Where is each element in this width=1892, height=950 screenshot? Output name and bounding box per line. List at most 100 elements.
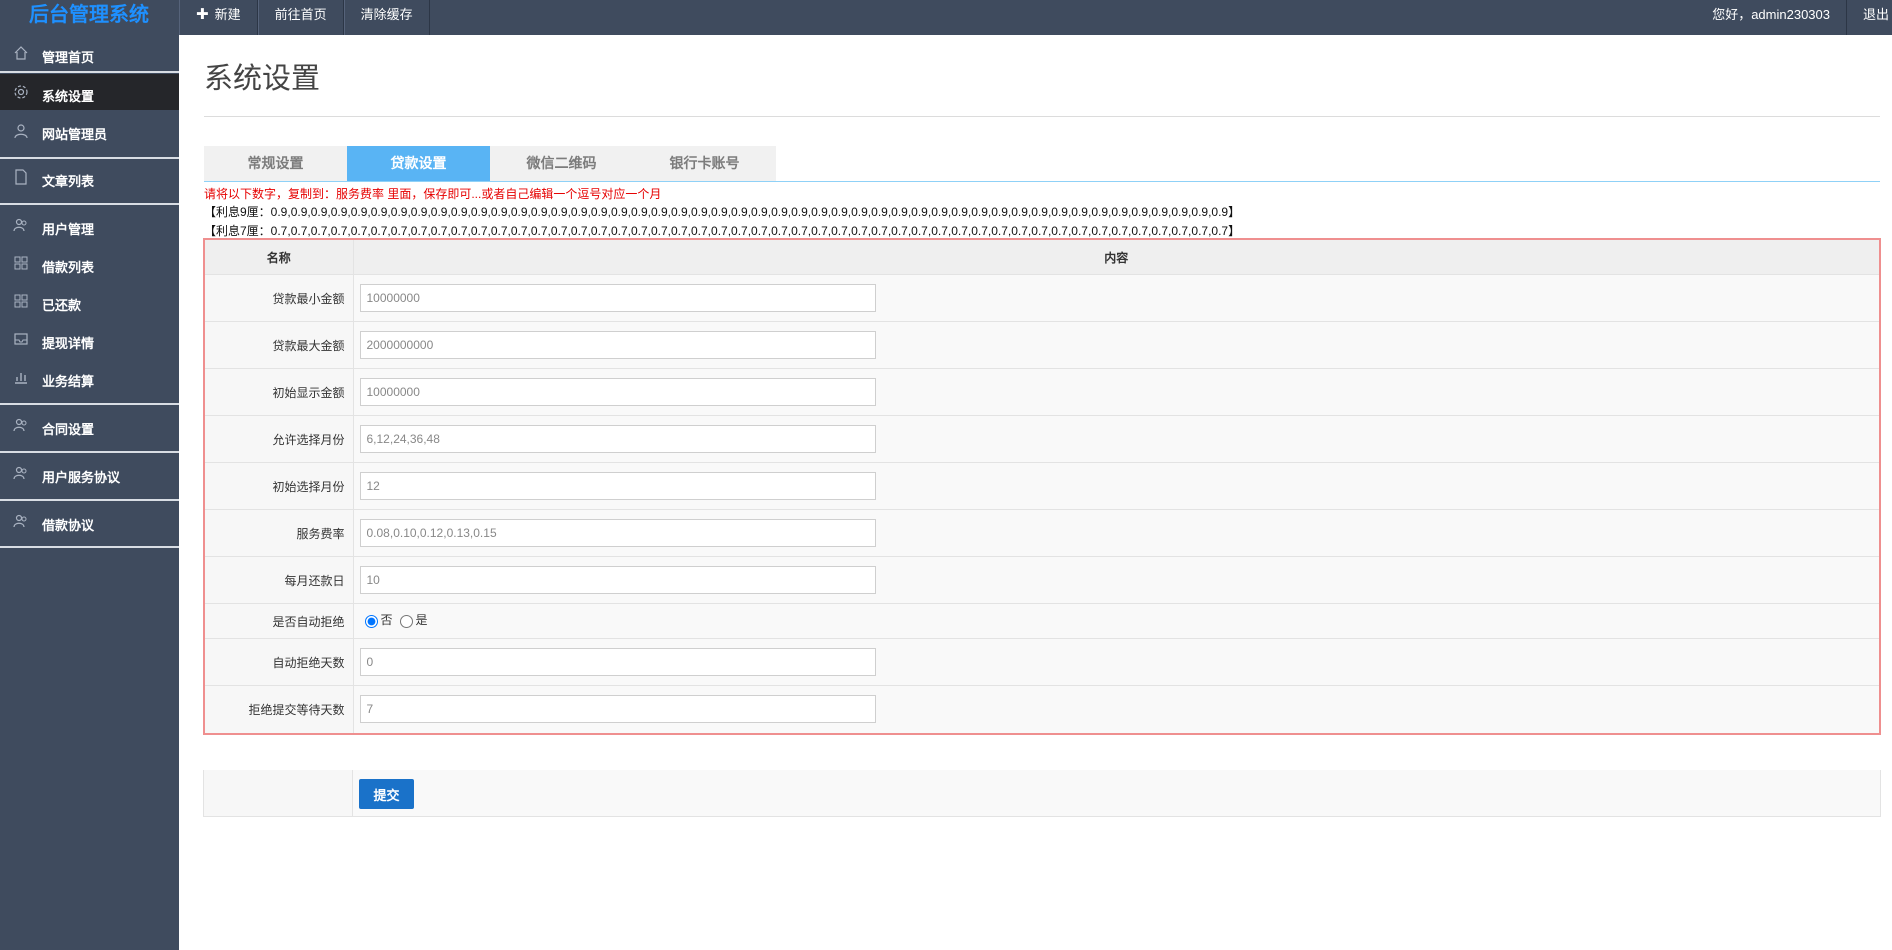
tab-general[interactable]: 常规设置 <box>204 146 347 181</box>
notice-text: 请将以下数字，复制到：服务费率 里面，保存即可...或者自己编辑一个逗号对应一个… <box>204 187 662 201</box>
table-header-row: 名称 内容 <box>205 240 1879 275</box>
settings-tabs: 常规设置 贷款设置 微信二维码 银行卡账号 <box>204 146 776 181</box>
user-icon <box>14 124 28 139</box>
new-label: 新建 <box>214 7 241 22</box>
sidebar-item-label: 文章列表 <box>42 174 95 189</box>
init-amount-label: 初始显示金额 <box>205 368 354 416</box>
sidebar-item-repaid[interactable]: 已还款 <box>0 285 179 317</box>
users-icon <box>13 466 27 480</box>
table-row: 允许选择月份 <box>205 415 1879 463</box>
sidebar-item-loan-agreement[interactable]: 借款协议 <box>0 505 179 537</box>
table-row: 贷款最小金额 <box>205 274 1879 322</box>
sidebar-item-label: 用户管理 <box>42 222 95 237</box>
sidebar-item-contract-settings[interactable]: 合同设置 <box>0 409 179 441</box>
sidebar-item-user-management[interactable]: 用户管理 <box>0 209 179 241</box>
init-month-input[interactable] <box>359 472 876 500</box>
tab-bank-account[interactable]: 银行卡账号 <box>633 146 776 181</box>
auto-reject-yes-label[interactable]: 是 <box>416 611 428 628</box>
sidebar-item-dashboard[interactable]: 管理首页 <box>0 38 179 69</box>
divider <box>204 116 1880 117</box>
auto-reject-no-radio[interactable] <box>364 614 378 628</box>
users-icon <box>13 514 27 528</box>
users-icon <box>13 418 27 432</box>
tab-loan[interactable]: 贷款设置 <box>347 146 490 181</box>
rate-9-text: 【利息9厘：0.9,0.9,0.9,0.9,0.9,0.9,0.9,0.9,0.… <box>204 205 1241 219</box>
grid-icon <box>14 294 28 308</box>
table-row: 自动拒绝天数 <box>205 638 1879 686</box>
chart-icon <box>15 373 27 384</box>
repay-day-input[interactable] <box>359 566 876 594</box>
auto-reject-yes-radio[interactable] <box>399 614 413 628</box>
divider <box>0 203 179 205</box>
top-bar: 后台管理系统 ✚ 新建 前往首页 清除缓存 您好，admin230303 退出 <box>0 0 1892 35</box>
divider <box>0 71 179 73</box>
inbox-icon <box>14 333 28 345</box>
max-amount-label: 贷款最大金额 <box>205 321 354 369</box>
wait-days-label: 拒绝提交等待天数 <box>205 685 354 733</box>
home-icon <box>14 46 28 60</box>
new-button[interactable]: ✚ 新建 <box>179 0 258 35</box>
reject-days-label: 自动拒绝天数 <box>205 638 354 686</box>
divider <box>0 546 179 548</box>
grid-icon <box>14 256 28 270</box>
sidebar-item-label: 借款协议 <box>42 518 95 533</box>
sidebar-item-settlement[interactable]: 业务结算 <box>0 361 179 393</box>
table-row: 初始显示金额 <box>205 368 1879 416</box>
max-amount-input[interactable] <box>359 331 876 359</box>
sidebar-item-user-service-agreement[interactable]: 用户服务协议 <box>0 457 179 489</box>
min-amount-input[interactable] <box>359 284 876 312</box>
divider <box>0 451 179 453</box>
auto-reject-no-label[interactable]: 否 <box>381 611 393 628</box>
wait-days-input[interactable] <box>359 695 876 724</box>
users-icon <box>13 218 27 232</box>
tab-wechat-qr[interactable]: 微信二维码 <box>490 146 633 181</box>
reject-days-input[interactable] <box>359 648 876 676</box>
page-title: 系统设置 <box>204 63 321 95</box>
divider <box>0 403 179 405</box>
table-row: 每月还款日 <box>205 556 1879 604</box>
init-month-label: 初始选择月份 <box>205 462 354 510</box>
sidebar-item-site-admin[interactable]: 网站管理员 <box>0 115 179 147</box>
submit-row-label-cell <box>204 770 353 816</box>
gear-icon <box>14 85 28 99</box>
document-icon <box>15 169 27 185</box>
months-label: 允许选择月份 <box>205 415 354 463</box>
fee-rate-label: 服务费率 <box>205 509 354 557</box>
fee-rate-input[interactable] <box>359 519 876 547</box>
auto-reject-label: 是否自动拒绝 <box>205 603 354 639</box>
repay-day-label: 每月还款日 <box>205 556 354 604</box>
table-row: 初始选择月份 <box>205 462 1879 510</box>
sidebar-item-label: 用户服务协议 <box>42 470 121 485</box>
divider <box>0 157 179 159</box>
clear-cache-button[interactable]: 清除缓存 <box>343 0 430 35</box>
sidebar-item-label: 借款列表 <box>42 260 95 275</box>
init-amount-input[interactable] <box>359 378 876 406</box>
submit-row: 提交 <box>203 770 1881 817</box>
months-input[interactable] <box>359 425 876 453</box>
top-nav: ✚ 新建 前往首页 清除缓存 <box>179 0 430 35</box>
submit-button[interactable]: 提交 <box>359 779 414 809</box>
sidebar-item-articles[interactable]: 文章列表 <box>0 161 179 193</box>
sidebar-item-system-settings[interactable]: 系统设置 <box>0 74 179 110</box>
auto-reject-options: 否 是 <box>360 611 430 628</box>
tab-underline <box>204 181 1880 182</box>
table-row: 贷款最大金额 <box>205 321 1879 369</box>
min-amount-label: 贷款最小金额 <box>205 274 354 322</box>
sidebar-item-label: 已还款 <box>42 298 82 313</box>
app-title: 后台管理系统 <box>29 4 149 26</box>
header-content: 内容 <box>353 240 1879 275</box>
sidebar-item-loan-list[interactable]: 借款列表 <box>0 247 179 279</box>
loan-settings-form: 名称 内容 贷款最小金额 贷款最大金额 初始显示金额 允许选择月份 初始选择月份 <box>203 238 1881 735</box>
sidebar-item-withdraw-details[interactable]: 提现详情 <box>0 323 179 355</box>
sidebar-item-label: 业务结算 <box>42 374 95 389</box>
sidebar-item-label: 系统设置 <box>42 89 95 104</box>
header-name: 名称 <box>205 240 354 275</box>
logout-button[interactable]: 退出 <box>1846 0 1892 35</box>
rate-7-text: 【利息7厘：0.7,0.7,0.7,0.7,0.7,0.7,0.7,0.7,0.… <box>204 224 1241 238</box>
plus-icon: ✚ <box>196 6 209 23</box>
table-row: 是否自动拒绝 否 是 <box>205 603 1879 639</box>
settings-table: 名称 内容 贷款最小金额 贷款最大金额 初始显示金额 允许选择月份 初始选择月份 <box>205 240 1879 733</box>
sidebar-item-label: 提现详情 <box>42 336 95 351</box>
goto-home-link[interactable]: 前往首页 <box>257 0 344 35</box>
sidebar-item-label: 管理首页 <box>42 50 95 65</box>
